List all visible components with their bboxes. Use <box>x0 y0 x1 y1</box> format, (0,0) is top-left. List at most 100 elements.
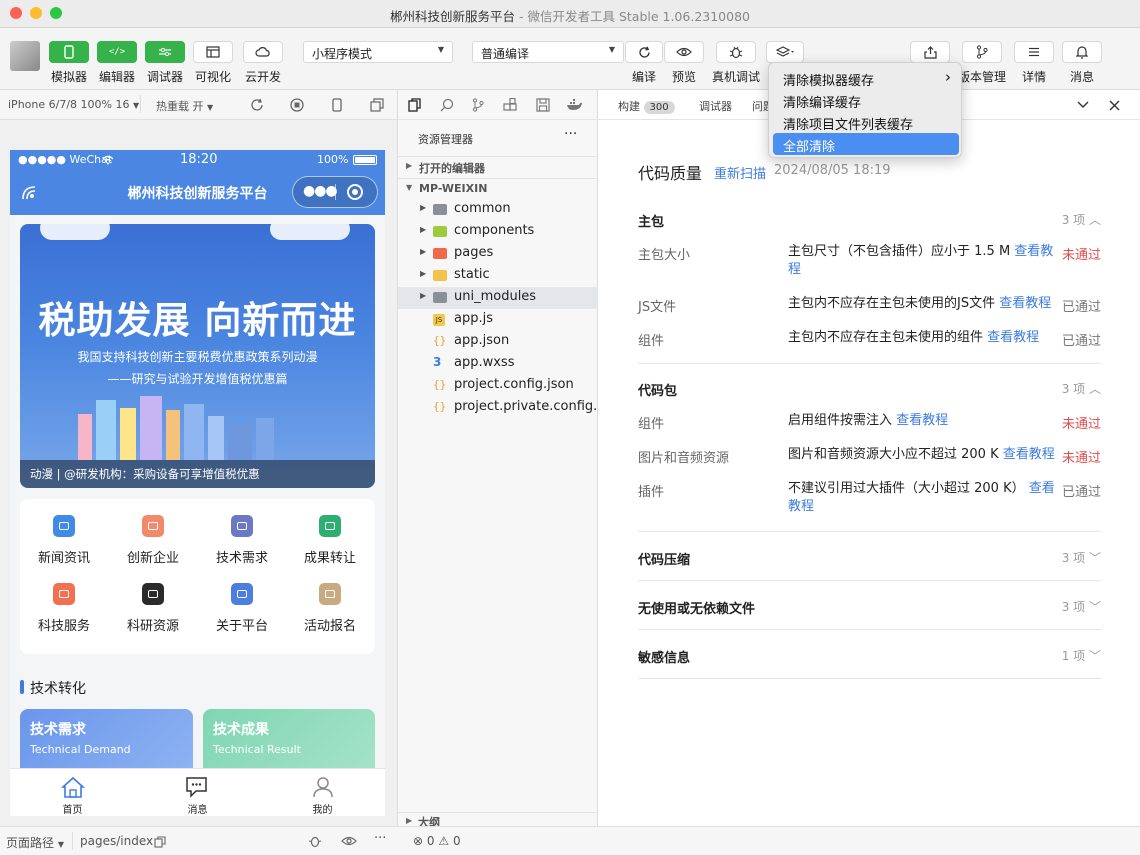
feature-item[interactable]: 活动报名 <box>286 583 374 634</box>
news-icon <box>53 515 75 537</box>
editor-toggle-button[interactable]: </> <box>97 41 137 63</box>
section-count: 3 项 <box>1061 213 1086 227</box>
eye-icon[interactable] <box>341 836 357 846</box>
stop-icon[interactable] <box>290 98 304 112</box>
preview-button[interactable] <box>664 41 704 63</box>
feature-item[interactable]: 关于平台 <box>198 583 286 634</box>
simulator-toggle-button[interactable] <box>49 41 89 63</box>
tutorial-link[interactable]: 查看教程 <box>987 330 1039 345</box>
feature-item[interactable]: 成果转让 <box>286 515 374 566</box>
bug-icon[interactable] <box>308 834 322 848</box>
section-count: 3 项 <box>1061 600 1086 614</box>
feature-item[interactable]: 科技服务 <box>20 583 108 634</box>
message-icon <box>185 777 207 798</box>
menu-item-clear-simulator-cache[interactable]: 清除模拟器缓存 › <box>773 67 959 89</box>
window-title: 郴州科技创新服务平台 - 微信开发者工具 Stable 1.06.2310080 <box>0 6 1140 25</box>
file-item[interactable]: 3 app.wxss <box>398 353 598 375</box>
version-button[interactable] <box>962 41 1002 63</box>
folder-item[interactable]: ▶ pages <box>398 243 598 265</box>
real-device-debug-button[interactable] <box>716 41 756 63</box>
feature-item[interactable]: 创新企业 <box>109 515 197 566</box>
search-icon[interactable] <box>440 98 454 112</box>
refresh-icon[interactable] <box>250 98 264 112</box>
tab-debugger[interactable]: 调试器 <box>699 98 732 114</box>
compile-button[interactable] <box>625 41 663 63</box>
tab-build[interactable]: 构建 300 <box>618 98 675 114</box>
tab-messages[interactable]: 消息 <box>135 769 260 816</box>
scan-date: 2024/08/05 18:19 <box>774 163 891 178</box>
file-name: app.json <box>454 333 510 348</box>
folder-item[interactable]: ▶ common <box>398 199 598 221</box>
hot-reload-select[interactable]: 热重载 开 ▼ <box>156 98 213 114</box>
feature-item[interactable]: 科研资源 <box>109 583 197 634</box>
messages-button[interactable] <box>1062 41 1102 63</box>
tab-messages-label: 消息 <box>187 805 208 816</box>
save-icon[interactable] <box>536 98 550 112</box>
menu-item-clear-file-list-cache[interactable]: 清除项目文件列表缓存 <box>773 111 959 133</box>
visual-button[interactable] <box>193 41 233 63</box>
rescan-link[interactable]: 重新扫描 <box>714 163 766 182</box>
layers-icon <box>776 46 794 57</box>
page-path-select[interactable]: 页面路径 ▼ <box>6 834 64 851</box>
explorer-activity-bar <box>398 90 599 120</box>
compile-mode-select[interactable]: 普通编译 ▼ <box>472 41 624 63</box>
feature-label: 创新企业 <box>126 551 179 566</box>
tutorial-link[interactable]: 查看教程 <box>896 413 948 428</box>
tab-profile[interactable]: 我的 <box>260 769 385 816</box>
chevron-right-icon: ▶ <box>420 225 427 234</box>
file-item[interactable]: {} project.config.json <box>398 375 598 397</box>
upload-button[interactable] <box>910 41 950 63</box>
code-compress-section[interactable]: 代码压缩 3 项 ﹀ <box>638 549 1101 568</box>
main-package-section[interactable]: 主包 3 项 ︿ <box>638 211 1101 230</box>
debugger-toggle-button[interactable] <box>145 41 185 63</box>
open-editors-section[interactable]: ▶ 打开的编辑器 <box>398 156 598 176</box>
copy-icon[interactable] <box>154 836 166 848</box>
tutorial-link[interactable]: 查看教程 <box>1003 447 1055 462</box>
close-icon[interactable] <box>1109 100 1120 111</box>
tutorial-link[interactable]: 查看教程 <box>999 296 1051 311</box>
more-icon[interactable]: ··· <box>374 831 386 846</box>
folder-item[interactable]: ▶ components <box>398 221 598 243</box>
check-label: 图片和音频资源 <box>638 451 730 466</box>
explorer-more-icon[interactable]: ··· <box>564 126 577 142</box>
json-file-icon: {} <box>433 378 447 391</box>
feature-label: 关于平台 <box>215 619 268 634</box>
feature-item[interactable]: 技术需求 <box>198 515 286 566</box>
tab-home[interactable]: 首页 <box>10 769 135 816</box>
phone-icon[interactable] <box>331 98 343 112</box>
popout-icon[interactable] <box>370 98 384 112</box>
folder-item[interactable]: ▶ uni_modules <box>398 287 598 309</box>
problems-indicator[interactable]: ⊗ 0 ⚠ 0 <box>413 834 461 848</box>
folder-icon <box>433 226 447 237</box>
sensitive-info-section[interactable]: 敏感信息 1 项 ﹀ <box>638 647 1101 666</box>
file-item[interactable]: JS app.js <box>398 309 598 331</box>
docker-icon[interactable] <box>566 98 582 112</box>
mode-select[interactable]: 小程序模式 ▼ <box>303 41 453 63</box>
file-item[interactable]: {} app.json <box>398 331 598 353</box>
file-name: app.js <box>454 311 493 326</box>
cloud-button[interactable] <box>243 41 283 63</box>
feature-item[interactable]: 新闻资讯 <box>20 515 108 566</box>
chevron-down-icon: ﹀ <box>1088 600 1101 614</box>
code-package-section[interactable]: 代码包 3 项 ︿ <box>638 380 1101 399</box>
menu-item-clear-compile-cache[interactable]: 清除编译缓存 <box>773 89 959 111</box>
menu-item-clear-all[interactable]: 全部清除 <box>773 133 959 155</box>
source-control-icon[interactable] <box>472 98 484 112</box>
project-section[interactable]: ▼ MP-WEIXIN <box>398 178 598 198</box>
refresh-icon <box>638 46 650 58</box>
unused-files-section[interactable]: 无使用或无依赖文件 3 项 ﹀ <box>638 598 1101 617</box>
device-select[interactable]: iPhone 6/7/8 100% 16 ▼ <box>8 98 139 111</box>
banner-carousel[interactable]: 税助发展 向新而进 我国支持科技创新主要税费优惠政策系列动漫 ——研究与试验开发… <box>20 224 375 488</box>
chevron-down-icon[interactable] <box>1077 101 1089 109</box>
extensions-icon[interactable] <box>503 98 517 112</box>
more-dots-icon[interactable]: ●●● <box>303 183 338 199</box>
close-mini-program-icon[interactable] <box>347 184 363 200</box>
clear-cache-button[interactable] <box>766 41 804 63</box>
folder-item[interactable]: ▶ static <box>398 265 598 287</box>
capsule-menu[interactable]: ●●● <box>292 176 378 208</box>
files-icon[interactable] <box>408 98 422 112</box>
avatar[interactable] <box>10 41 40 71</box>
details-button[interactable] <box>1014 41 1054 63</box>
file-item[interactable]: {} project.private.config... <box>398 397 598 419</box>
outline-section[interactable]: ▶ 大纲 <box>398 812 598 829</box>
